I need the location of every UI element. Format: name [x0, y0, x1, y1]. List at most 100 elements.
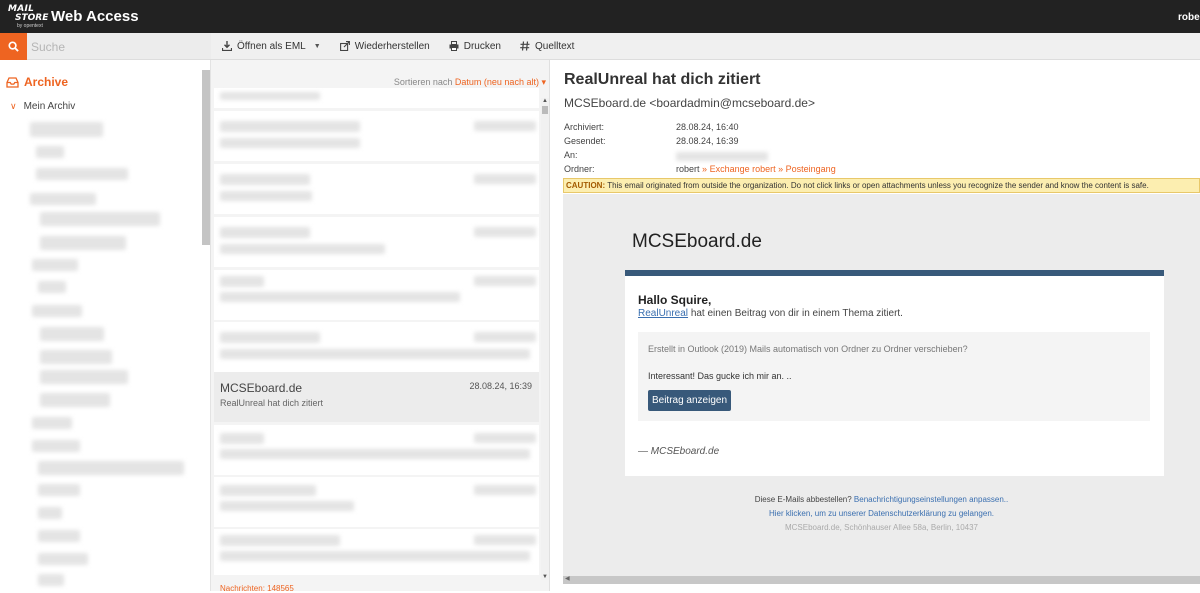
redacted-text	[474, 121, 536, 131]
print-button[interactable]: Drucken	[449, 41, 501, 52]
redacted-folder[interactable]	[38, 484, 80, 496]
hash-icon	[520, 41, 530, 51]
redacted-text	[220, 138, 360, 148]
caution-label: CAUTION:	[566, 181, 606, 190]
message-item[interactable]	[214, 529, 539, 575]
meta-to-label: An:	[564, 150, 578, 160]
message-item[interactable]	[214, 322, 539, 372]
archive-header[interactable]: Archive	[6, 75, 68, 89]
caution-banner: CAUTION: This email originated from outs…	[563, 178, 1200, 193]
redacted-folder[interactable]	[40, 212, 160, 226]
folder-link-exchange[interactable]: Exchange robert	[710, 164, 776, 174]
mail-card: Hallo Squire, RealUnreal hat einen Beitr…	[625, 270, 1164, 476]
chevron-down-icon: ∨	[10, 101, 17, 111]
redacted-text	[474, 227, 536, 237]
sort-label: Sortieren nach	[393, 77, 453, 87]
redacted-folder[interactable]	[38, 530, 80, 542]
message-from: MCSEboard.de	[220, 381, 303, 395]
restore-label: Wiederherstellen	[354, 40, 430, 52]
redacted-folder[interactable]	[38, 553, 88, 565]
redacted-text	[220, 276, 264, 287]
redacted-folder[interactable]	[36, 168, 128, 180]
redacted-folder[interactable]	[38, 507, 62, 519]
meta-archived-value: 28.08.24, 16:40	[676, 122, 739, 132]
search-input[interactable]	[27, 33, 211, 60]
mailstore-logo: MAIL STORE by opentext	[8, 3, 48, 31]
search-button[interactable]	[0, 33, 27, 60]
redacted-text	[220, 551, 530, 561]
caution-text: This email originated from outside the o…	[607, 181, 1149, 190]
message-item[interactable]	[214, 477, 539, 527]
redacted-folder[interactable]	[30, 122, 103, 137]
view-post-button[interactable]: Beitrag anzeigen	[648, 390, 731, 411]
redacted-folder[interactable]	[40, 370, 128, 384]
quote-text: Interessant! Das gucke ich mir an. ..	[648, 371, 792, 381]
sort-control[interactable]: Sortieren nach Datum (neu nach alt) ▾	[394, 77, 546, 88]
redacted-folder[interactable]	[38, 574, 64, 586]
message-item-selected[interactable]: MCSEboard.de 28.08.24, 16:39 RealUnreal …	[214, 372, 539, 422]
redacted-text	[474, 332, 536, 342]
mail-brand: MCSEboard.de	[632, 231, 762, 252]
redacted-text	[474, 276, 536, 286]
redacted-folder[interactable]	[40, 393, 110, 407]
footer-settings-link[interactable]: Benachrichtigungseinstellungen anpassen.…	[854, 495, 1008, 504]
cited-user-link[interactable]: RealUnreal	[638, 308, 688, 319]
redacted-folder[interactable]	[30, 193, 96, 205]
sort-value[interactable]: Datum (neu nach alt)	[455, 77, 539, 87]
inbox-icon	[6, 76, 19, 88]
user-menu[interactable]: robert	[1178, 12, 1200, 23]
redacted-folder[interactable]	[40, 236, 126, 250]
archive-label: Archive	[24, 75, 69, 89]
redacted-text	[474, 174, 536, 184]
message-item[interactable]	[214, 88, 539, 108]
print-icon	[449, 41, 459, 51]
redacted-folder[interactable]	[32, 440, 80, 452]
restore-button[interactable]: Wiederherstellen	[339, 40, 430, 52]
app-title: Web Access	[51, 8, 139, 25]
redacted-folder[interactable]	[38, 461, 184, 475]
message-item[interactable]	[214, 164, 539, 214]
source-label: Quelltext	[534, 40, 575, 52]
open-eml-button[interactable]: Öffnen als EML ▼	[222, 41, 321, 52]
redacted-folder[interactable]	[40, 327, 104, 341]
source-button[interactable]: Quelltext	[520, 41, 574, 52]
folder-separator: »	[778, 164, 784, 174]
message-item[interactable]	[214, 111, 539, 161]
folder-separator: »	[702, 164, 708, 174]
scroll-down-icon[interactable]: ▼	[541, 574, 549, 580]
redacted-text	[220, 501, 354, 511]
restore-icon	[339, 41, 350, 51]
message-subject: RealUnreal hat dich zitiert	[220, 398, 324, 408]
footer-privacy-link[interactable]: Hier klicken, um zu unserer Datenschutze…	[769, 509, 994, 518]
scroll-left-icon[interactable]: ◀	[565, 575, 570, 582]
mail-signature: — MCSEboard.de	[638, 446, 720, 457]
message-item[interactable]	[214, 270, 539, 320]
top-bar: MAIL STORE by opentext Web Access robert	[0, 0, 1200, 33]
meta-sent-label: Gesendet:	[564, 136, 606, 146]
message-item[interactable]	[214, 425, 539, 475]
redacted-folder[interactable]	[32, 305, 82, 317]
quote-title: Erstellt in Outlook (2019) Mails automat…	[648, 344, 968, 354]
meta-sent-value: 28.08.24, 16:39	[676, 136, 739, 146]
redacted-folder[interactable]	[32, 259, 78, 271]
message-item[interactable]	[214, 217, 539, 267]
message-list-scrollbar[interactable]: ▲ ▼	[541, 98, 549, 580]
redacted-folder[interactable]	[40, 350, 112, 364]
tree-item-mein-archiv[interactable]: ∨ Mein Archiv	[10, 101, 75, 112]
redacted-text	[220, 485, 316, 496]
redacted-text	[220, 191, 312, 201]
scroll-up-icon[interactable]: ▲	[541, 98, 549, 104]
redacted-folder[interactable]	[38, 281, 66, 293]
redacted-text	[220, 92, 320, 100]
message-list: Sortieren nach Datum (neu nach alt) ▾ MC…	[211, 60, 550, 593]
redacted-folder[interactable]	[32, 417, 72, 429]
message-date: 28.08.24, 16:39	[469, 381, 532, 391]
cited-text: hat einen Beitrag von dir in einem Thema…	[690, 308, 903, 319]
folder-user: robert	[676, 164, 700, 174]
meta-folder: Ordner: robert » Exchange robert » Poste…	[564, 164, 836, 178]
scroll-thumb[interactable]	[542, 106, 548, 114]
folder-link-inbox[interactable]: Posteingang	[786, 164, 836, 174]
redacted-folder[interactable]	[36, 146, 64, 158]
sidebar-scrollbar[interactable]	[202, 70, 210, 245]
reader-horizontal-scrollbar[interactable]: ◀	[563, 576, 1200, 584]
